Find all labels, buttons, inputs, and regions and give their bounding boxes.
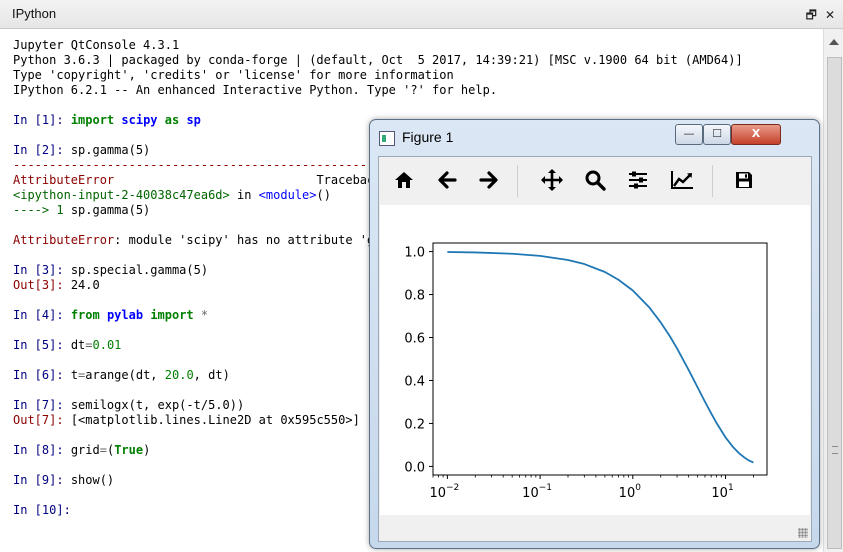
figure-client: 0.0 0.2 0.4 0.6 0.8 1.0 10−2 10−1 100 101 — [378, 156, 812, 542]
figure-app-icon — [379, 131, 395, 146]
figure-title: Figure 1 — [402, 129, 454, 145]
dock-title-bar: IPython 🗗 ✕ — [0, 0, 843, 29]
code: grid — [70, 443, 100, 457]
x-tick-label: 101 — [711, 483, 733, 501]
code: semilogx(t, exp(-t/5.0)) — [70, 398, 245, 412]
keyword: import — [150, 308, 194, 322]
code: show() — [70, 473, 115, 487]
pan-icon[interactable] — [537, 165, 567, 195]
arrow: ----> 1 — [13, 203, 64, 217]
output-value: 24.0 — [70, 278, 100, 292]
code: arange(dt, — [85, 368, 165, 382]
x-tick-label: 10−2 — [429, 483, 459, 501]
error-text: : module 'scipy' has no attribute 'ga — [114, 233, 382, 247]
keyword: True — [114, 443, 144, 457]
scroll-up-icon[interactable] — [829, 39, 839, 45]
operator: = — [85, 338, 93, 352]
forward-icon[interactable] — [474, 165, 504, 195]
x-tick-label: 10−1 — [522, 483, 552, 501]
edit-axis-icon[interactable] — [667, 165, 697, 195]
frame-parens: () — [316, 188, 331, 202]
console-scrollbar[interactable] — [823, 29, 843, 552]
in-prompt: In [1]: — [13, 113, 64, 127]
paren: ) — [143, 443, 151, 457]
back-icon[interactable] — [432, 165, 462, 195]
zoom-icon[interactable] — [580, 165, 610, 195]
in-prompt: In [2]: — [13, 143, 64, 157]
figure-window[interactable]: Figure 1 — ☐ X 0.0 0.2 0.4 0.6 0.8 1.0 1… — [369, 119, 820, 549]
float-icon[interactable]: 🗗 — [806, 8, 817, 22]
dock-buttons: 🗗 ✕ — [798, 6, 835, 27]
in-prompt: In [5]: — [13, 338, 64, 352]
code: sp.special.gamma(5) — [70, 263, 209, 277]
banner-line: IPython 6.2.1 -- An enhanced Interactive… — [13, 83, 498, 97]
out-prompt: Out[7]: — [13, 413, 64, 427]
in-prompt: In [8]: — [13, 443, 64, 457]
scroll-thumb[interactable] — [827, 57, 842, 549]
operator: = — [99, 443, 107, 457]
keyword: from — [70, 308, 100, 322]
y-tick-label: 0.6 — [404, 332, 425, 347]
in-prompt: In [3]: — [13, 263, 64, 277]
banner-line: Type 'copyright', 'credits' or 'license'… — [13, 68, 454, 82]
error-name: AttributeError — [13, 233, 115, 247]
grip-icon — [832, 446, 838, 454]
figure-title-bar[interactable]: Figure 1 — ☐ X — [370, 120, 819, 156]
resize-grip-icon[interactable] — [798, 528, 808, 538]
in-prompt: In [7]: — [13, 398, 64, 412]
in-prompt: In [4]: — [13, 308, 64, 322]
y-tick-label: 0.8 — [404, 289, 425, 304]
in-prompt: In [10]: — [13, 503, 71, 517]
home-icon[interactable] — [389, 165, 419, 195]
banner-line: Python 3.6.3 | packaged by conda-forge |… — [13, 53, 743, 67]
status-bar — [379, 515, 811, 541]
out-prompt: Out[3]: — [13, 278, 64, 292]
close-button[interactable]: X — [731, 124, 781, 145]
plot-svg[interactable]: 0.0 0.2 0.4 0.6 0.8 1.0 10−2 10−1 100 101 — [380, 205, 810, 515]
error-name: AttributeError — [13, 173, 115, 187]
number: 20.0 — [164, 368, 194, 382]
save-icon[interactable] — [729, 165, 759, 195]
plot-canvas[interactable]: 0.0 0.2 0.4 0.6 0.8 1.0 10−2 10−1 100 101 — [380, 205, 810, 515]
module-alias: sp — [186, 113, 201, 127]
dock-title: IPython — [12, 6, 57, 21]
code: t — [70, 368, 79, 382]
code: dt — [70, 338, 86, 352]
output-value: [<matplotlib.lines.Line2D at 0x595c550>] — [70, 413, 360, 427]
y-tick-label: 0.4 — [404, 374, 425, 389]
module-name: scipy — [121, 113, 158, 127]
minimize-button[interactable]: — — [675, 124, 703, 145]
axes-frame — [432, 242, 768, 476]
frame-module: <module> — [258, 188, 317, 202]
y-tick-label: 0.0 — [404, 460, 425, 475]
code: , dt) — [193, 368, 230, 382]
module-name: pylab — [106, 308, 144, 322]
x-tick-label: 100 — [619, 483, 642, 501]
arrow-code: sp.gamma(5) — [70, 203, 151, 217]
in-prompt: In [9]: — [13, 473, 64, 487]
y-tick-label: 1.0 — [404, 246, 425, 261]
number: 0.01 — [92, 338, 122, 352]
frame-in: in — [236, 188, 252, 202]
banner-line: Jupyter QtConsole 4.3.1 — [13, 38, 180, 52]
keyword: as — [164, 113, 180, 127]
navigation-toolbar — [379, 157, 811, 205]
code: sp.gamma(5) — [70, 143, 151, 157]
star: * — [200, 308, 209, 322]
frame-file: <ipython-input-2-40038c47ea6d> — [13, 188, 230, 202]
in-prompt: In [6]: — [13, 368, 64, 382]
y-tick-label: 0.2 — [404, 417, 425, 432]
configure-subplots-icon[interactable] — [623, 165, 653, 195]
close-icon[interactable]: ✕ — [825, 8, 835, 22]
keyword: import — [70, 113, 115, 127]
maximize-button[interactable]: ☐ — [703, 124, 731, 145]
